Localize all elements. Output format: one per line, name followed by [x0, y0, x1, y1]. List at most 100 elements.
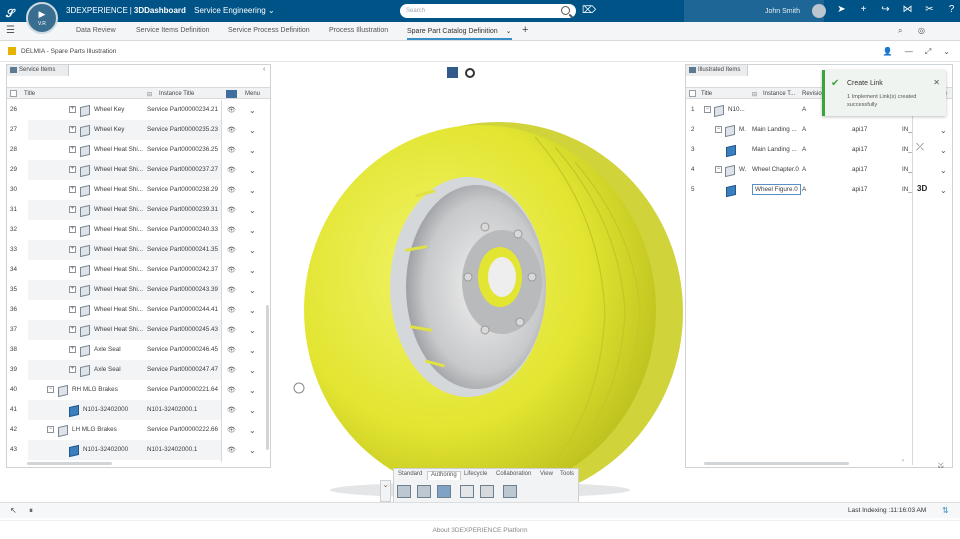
row-menu-chevron-icon[interactable]: ⌄	[249, 266, 256, 275]
vr-icon[interactable]: ◎	[918, 26, 925, 35]
visibility-eye-icon[interactable]: 👁	[227, 126, 236, 134]
visibility-eye-icon[interactable]: 👁	[227, 246, 236, 254]
horizontal-scrollbar[interactable]	[27, 462, 112, 465]
row-menu-chevron-icon[interactable]: ⌄	[249, 226, 256, 235]
expand-toggle[interactable]: −	[704, 106, 711, 113]
send-icon[interactable]: ➤	[834, 4, 849, 15]
3d-viewport[interactable]	[270, 62, 685, 502]
avatar[interactable]	[812, 4, 826, 18]
replace-icon[interactable]	[460, 485, 474, 498]
visibility-eye-icon[interactable]: 👁	[227, 386, 236, 394]
table-row[interactable]: 34 + Wheel Heat Shi... Service Part00000242…	[7, 260, 269, 280]
table-icon[interactable]	[480, 485, 494, 498]
expand-toggle[interactable]: +	[69, 246, 76, 253]
expand-toggle[interactable]: +	[69, 346, 76, 353]
service-items-tab[interactable]: Service Items	[7, 65, 69, 76]
user-name[interactable]: John Smith	[765, 8, 800, 15]
row-menu-chevron-icon[interactable]: ⌄	[249, 186, 256, 195]
expand-toggle[interactable]: +	[69, 266, 76, 273]
table-row[interactable]: 32 + Wheel Heat Shi... Service Part00000240…	[7, 220, 269, 240]
table-row[interactable]: 35 + Wheel Heat Shi... Service Part00000243…	[7, 280, 269, 300]
tag-icon[interactable]: ⌦	[582, 5, 596, 16]
close-icon[interactable]: ✕	[933, 78, 940, 87]
menu-icon[interactable]: ☰	[6, 25, 15, 36]
horizontal-scrollbar[interactable]	[704, 462, 849, 465]
visibility-eye-icon[interactable]: 👁	[227, 266, 236, 274]
row-menu-chevron-icon[interactable]: ⌄	[249, 326, 256, 335]
link-icon[interactable]	[503, 485, 517, 498]
visibility-eye-icon[interactable]: 👁	[227, 306, 236, 314]
row-menu-chevron-icon[interactable]: ⌄	[940, 146, 947, 155]
row-menu-chevron-icon[interactable]: ⌄	[249, 106, 256, 115]
expand-toggle[interactable]: +	[69, 206, 76, 213]
search-input[interactable]: Search	[400, 4, 576, 18]
vertical-scrollbar[interactable]	[266, 305, 269, 450]
visibility-eye-icon[interactable]: 👁	[227, 366, 236, 374]
header-revision[interactable]: Revisio	[802, 91, 822, 97]
expand-toggle[interactable]: +	[69, 306, 76, 313]
expand-toggle[interactable]: +	[69, 126, 76, 133]
row-menu-chevron-icon[interactable]: ⌄	[249, 426, 256, 435]
item-instance-title[interactable]: Wheel Figure.0	[752, 184, 801, 195]
expand-toggle[interactable]: +	[69, 146, 76, 153]
expand-toggle[interactable]: −	[47, 426, 54, 433]
viewer-cube-icon[interactable]	[447, 67, 458, 78]
row-menu-chevron-icon[interactable]: ⌄	[249, 166, 256, 175]
visibility-eye-icon[interactable]: 👁	[227, 166, 236, 174]
visibility-eye-icon[interactable]: 👁	[227, 106, 236, 114]
row-menu-chevron-icon[interactable]: ⌄	[249, 146, 256, 155]
header-instance-title[interactable]: Instance T...	[763, 91, 795, 97]
row-menu-chevron-icon[interactable]: ⌄	[940, 126, 947, 135]
row-menu-chevron-icon[interactable]: ⌄	[249, 306, 256, 315]
tab-process-illustration[interactable]: Process Illustration	[329, 27, 388, 34]
context-selector[interactable]: Service Engineering ⌄	[194, 6, 275, 15]
row-menu-chevron-icon[interactable]: ⌄	[249, 206, 256, 215]
compass-mini-icon[interactable]: ⤩	[938, 462, 944, 470]
select-all-checkbox[interactable]	[10, 90, 17, 97]
add-icon[interactable]: +	[856, 4, 871, 15]
column-settings-icon[interactable]	[226, 90, 237, 98]
tab-lifecycle[interactable]: Lifecycle	[461, 471, 490, 480]
expand-toggle[interactable]: +	[69, 186, 76, 193]
row-menu-chevron-icon[interactable]: ⌄	[249, 446, 256, 455]
expand-toggle[interactable]: −	[715, 126, 722, 133]
help-icon[interactable]: ?	[944, 4, 959, 15]
select-all-checkbox[interactable]	[689, 90, 696, 97]
row-menu-chevron-icon[interactable]: ⌄	[249, 346, 256, 355]
minimize-icon[interactable]: —	[905, 47, 913, 57]
table-row[interactable]: 27 + Wheel Key Service Part00000235.23 👁 ⌄	[7, 120, 269, 140]
illustrated-items-tab[interactable]: Illustrated Items	[686, 65, 748, 76]
table-row[interactable]: 38 + Axle Seal Service Part00000246.45 👁 ⌄	[7, 340, 269, 360]
settings-gear-icon[interactable]	[465, 68, 475, 78]
maximize-icon[interactable]: ⤢	[925, 47, 931, 57]
3d-badge[interactable]: 3D	[917, 184, 927, 193]
expand-toggle[interactable]: +	[69, 366, 76, 373]
expand-toggle[interactable]: +	[69, 226, 76, 233]
expand-toggle[interactable]: +	[69, 166, 76, 173]
row-menu-chevron-icon[interactable]: ⌄	[249, 366, 256, 375]
tab-collaboration[interactable]: Collaboration	[493, 471, 534, 480]
expand-toggle[interactable]: −	[715, 166, 722, 173]
row-menu-chevron-icon[interactable]: ⌄	[249, 386, 256, 395]
tab-view[interactable]: View	[537, 471, 556, 480]
visibility-eye-icon[interactable]: 👁	[227, 346, 236, 354]
unlink-icon[interactable]: ⤫	[916, 142, 924, 153]
find-icon[interactable]: ⌕	[898, 26, 902, 36]
compass-logo[interactable]: 𝒮 ▶ V.R	[6, 2, 58, 34]
header-title[interactable]: Title	[701, 91, 712, 97]
table-row[interactable]: 33 + Wheel Heat Shi... Service Part00000241…	[7, 240, 269, 260]
table-row[interactable]: 31 + Wheel Heat Shi... Service Part00000239…	[7, 200, 269, 220]
row-menu-chevron-icon[interactable]: ⌄	[940, 186, 947, 195]
scroll-right-icon[interactable]: ›	[902, 458, 904, 464]
row-menu-chevron-icon[interactable]: ⌄	[249, 286, 256, 295]
user-settings-icon[interactable]: 👤	[883, 47, 893, 57]
about-link[interactable]: About 3DEXPERIENCE Platform	[432, 527, 527, 534]
tab-tools[interactable]: Tools	[557, 471, 577, 480]
refresh-icon[interactable]: ⇅	[942, 506, 949, 515]
table-row[interactable]: 40 − RH MLG Brakes Service Part00000221.64 👁…	[7, 380, 269, 400]
chevron-down-icon[interactable]: ⌄	[506, 28, 512, 35]
tools-icon[interactable]: ✂	[922, 4, 937, 15]
table-row[interactable]: 43 N101-32402000 N101-32402000.1 👁 ⌄	[7, 440, 269, 460]
expand-toggle[interactable]: −	[47, 386, 54, 393]
tab-spare-part-catalog-definition[interactable]: Spare Part Catalog Definition ⌄	[407, 27, 512, 40]
